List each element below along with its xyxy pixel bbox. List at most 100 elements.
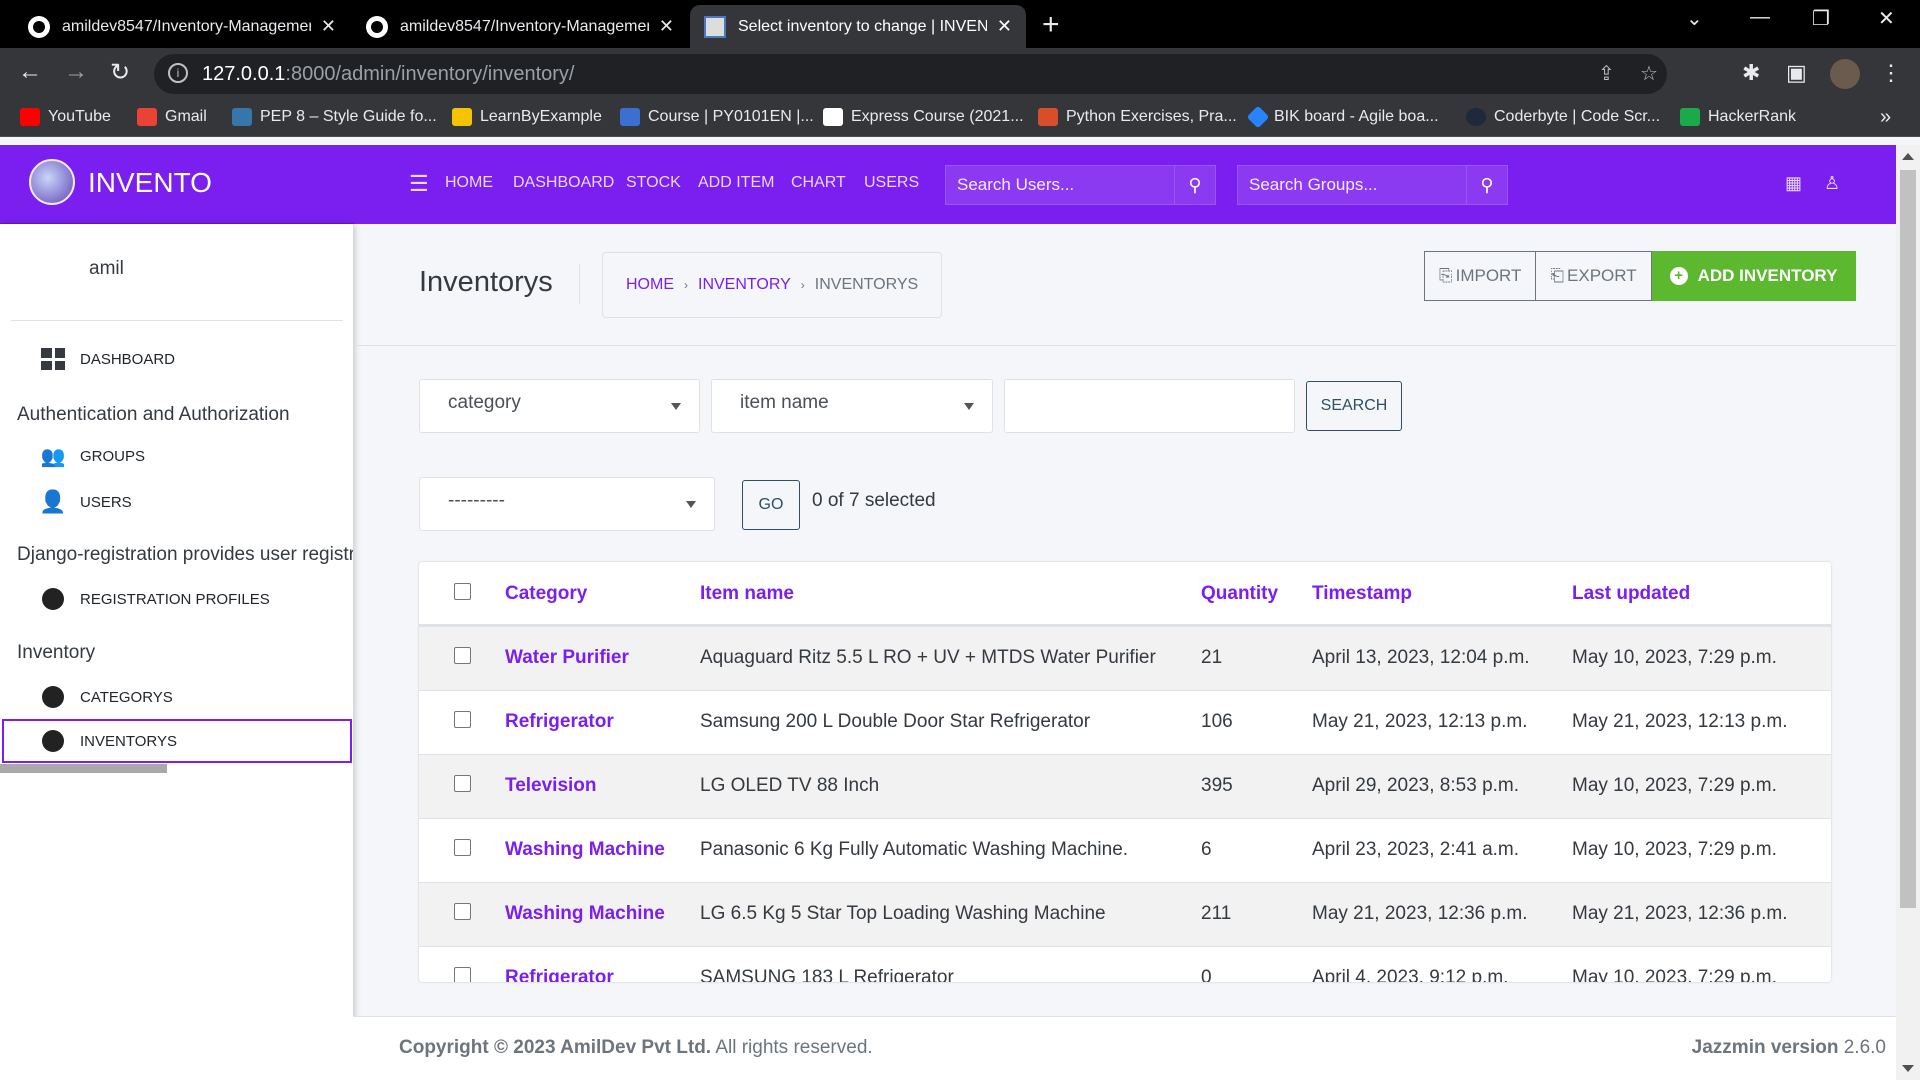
breadcrumb-home[interactable]: HOME bbox=[626, 276, 674, 294]
bookmark-learnbyexample[interactable]: LearnByExample bbox=[452, 108, 602, 126]
sidebar-item-groups[interactable]: 👥 GROUPS bbox=[0, 434, 353, 478]
hamburger-menu-icon[interactable]: ☰ bbox=[409, 171, 429, 197]
bookmark-gmail[interactable]: Gmail bbox=[137, 108, 207, 126]
back-icon[interactable]: ← bbox=[18, 58, 42, 86]
sidebar-item-users[interactable]: 👤 USERS bbox=[0, 480, 353, 524]
nav-users[interactable]: USERS bbox=[864, 174, 919, 192]
close-icon[interactable]: ✕ bbox=[997, 16, 1012, 37]
sidebar-item-registration-profiles[interactable]: REGISTRATION PROFILES bbox=[0, 577, 353, 621]
select-all-checkbox[interactable] bbox=[454, 583, 471, 600]
row-checkbox[interactable] bbox=[454, 839, 471, 856]
bookmark-bik-board[interactable]: BIK board - Agile boa... bbox=[1246, 105, 1439, 129]
course-icon bbox=[620, 108, 640, 126]
search-groups-input[interactable] bbox=[1237, 165, 1466, 205]
bookmarks-overflow-icon[interactable]: » bbox=[1880, 106, 1891, 129]
import-button[interactable]: ⎘ IMPORT bbox=[1424, 251, 1537, 301]
extensions-icon[interactable]: ✱ bbox=[1742, 60, 1760, 86]
scroll-down-icon[interactable] bbox=[1902, 1065, 1914, 1072]
forward-icon[interactable]: → bbox=[64, 58, 88, 86]
export-button[interactable]: ⎗ EXPORT bbox=[1536, 251, 1652, 301]
share-icon[interactable]: ⇪ bbox=[1598, 61, 1615, 86]
tab-search-icon[interactable]: ⌄ bbox=[1686, 6, 1703, 31]
close-icon[interactable]: ✕ bbox=[321, 16, 336, 37]
sidebar-username[interactable]: amil bbox=[89, 258, 124, 280]
browser-tab-3[interactable]: Select inventory to change | INVENTO ✕ bbox=[690, 5, 1026, 48]
restore-icon[interactable]: ❐ bbox=[1812, 6, 1830, 31]
column-quantity[interactable]: Quantity bbox=[1201, 583, 1278, 605]
window-close-icon[interactable]: ✕ bbox=[1878, 6, 1895, 31]
side-panel-icon[interactable]: ▣ bbox=[1786, 60, 1807, 86]
row-checkbox[interactable] bbox=[454, 903, 471, 920]
user-icon: 👤 bbox=[39, 489, 67, 514]
search-groups-form: ⚲ bbox=[1237, 165, 1508, 205]
row-timestamp: May 21, 2023, 12:36 p.m. bbox=[1312, 903, 1528, 924]
item-name-filter-select[interactable]: item name bbox=[711, 379, 993, 433]
column-category[interactable]: Category bbox=[505, 583, 587, 605]
column-last-updated[interactable]: Last updated bbox=[1572, 583, 1690, 605]
row-checkbox[interactable] bbox=[454, 647, 471, 664]
sidebar-horizontal-scrollbar[interactable] bbox=[0, 764, 167, 773]
admin-favicon-icon bbox=[704, 15, 726, 38]
search-input[interactable] bbox=[1004, 379, 1295, 433]
go-button[interactable]: GO bbox=[742, 480, 800, 530]
new-tab-icon[interactable]: + bbox=[1042, 8, 1060, 42]
sidebar-section-registration: Django-registration provides user regist… bbox=[17, 544, 353, 565]
search-icon[interactable]: ⚲ bbox=[1174, 165, 1216, 205]
menu-kebab-icon[interactable]: ⋮ bbox=[1880, 60, 1902, 86]
address-bar[interactable]: i 127.0.0.1:8000/admin/inventory/invento… bbox=[154, 54, 1667, 94]
grid-view-icon[interactable]: ▦ bbox=[1785, 173, 1802, 194]
reload-icon[interactable]: ↻ bbox=[110, 58, 130, 87]
nav-home[interactable]: HOME bbox=[445, 174, 493, 192]
bookmark-express-course[interactable]: Express Course (2021... bbox=[823, 108, 1024, 126]
close-icon[interactable]: ✕ bbox=[659, 16, 674, 37]
nav-dashboard[interactable]: DASHBOARD bbox=[513, 174, 614, 192]
category-filter-select[interactable]: category bbox=[419, 379, 700, 433]
nav-add-item[interactable]: ADD ITEM bbox=[698, 174, 774, 192]
row-checkbox[interactable] bbox=[454, 967, 471, 982]
row-category-link[interactable]: Water Purifier bbox=[505, 647, 629, 669]
browser-tab-1[interactable]: amildev8547/Inventory-Management ✕ bbox=[14, 5, 350, 48]
row-checkbox[interactable] bbox=[454, 711, 471, 728]
nav-stock[interactable]: STOCK bbox=[626, 174, 681, 192]
site-info-icon[interactable]: i bbox=[168, 63, 188, 83]
sidebar-item-inventorys[interactable]: INVENTORYS bbox=[2, 719, 352, 763]
bookmark-pep8[interactable]: PEP 8 – Style Guide fo... bbox=[232, 108, 437, 126]
row-category-link[interactable]: Refrigerator bbox=[505, 711, 614, 733]
row-category-link[interactable]: Television bbox=[505, 775, 597, 797]
browser-tab-2[interactable]: amildev8547/Inventory-Management ✕ bbox=[352, 5, 688, 48]
search-users-input[interactable] bbox=[945, 165, 1174, 205]
nav-chart[interactable]: CHART bbox=[791, 174, 846, 192]
column-timestamp[interactable]: Timestamp bbox=[1312, 583, 1412, 605]
add-inventory-button[interactable]: + ADD INVENTORY bbox=[1651, 251, 1857, 301]
bookmark-hackerrank[interactable]: HackerRank bbox=[1680, 108, 1796, 126]
breadcrumb-inventory[interactable]: INVENTORY bbox=[698, 276, 791, 294]
bookmark-youtube[interactable]: YouTube bbox=[20, 108, 111, 126]
brand-link[interactable]: INVENTO bbox=[0, 145, 353, 224]
search-button[interactable]: SEARCH bbox=[1306, 381, 1402, 431]
minimize-icon[interactable]: — bbox=[1750, 6, 1770, 29]
row-category-link[interactable]: Refrigerator bbox=[505, 967, 614, 982]
scroll-up-icon[interactable] bbox=[1902, 153, 1914, 160]
bookmark-course[interactable]: Course | PY0101EN |... bbox=[620, 108, 814, 126]
row-category-link[interactable]: Washing Machine bbox=[505, 903, 665, 925]
sidebar-item-dashboard[interactable]: DASHBOARD bbox=[0, 337, 353, 381]
bookmark-star-icon[interactable]: ☆ bbox=[1640, 61, 1658, 86]
search-icon[interactable]: ⚲ bbox=[1466, 165, 1508, 205]
action-select[interactable]: --------- bbox=[419, 477, 715, 531]
bookmark-python-exercises[interactable]: Python Exercises, Pra... bbox=[1038, 108, 1237, 126]
profile-avatar[interactable] bbox=[1830, 59, 1860, 89]
page-title: Inventorys bbox=[419, 266, 553, 298]
row-category-link[interactable]: Washing Machine bbox=[505, 839, 665, 861]
version-label[interactable]: Jazzmin version bbox=[1692, 1037, 1839, 1058]
row-quantity: 106 bbox=[1201, 711, 1233, 732]
row-checkbox[interactable] bbox=[454, 775, 471, 792]
column-item-name[interactable]: Item name bbox=[700, 583, 794, 605]
bookmark-coderbyte[interactable]: Coderbyte | Code Scr... bbox=[1466, 108, 1660, 126]
chevron-down-icon bbox=[686, 501, 696, 508]
page-vertical-scrollbar[interactable] bbox=[1896, 145, 1920, 1080]
table-row: Television LG OLED TV 88 Inch 395 April … bbox=[419, 754, 1831, 818]
user-menu-icon[interactable]: ♙ bbox=[1824, 173, 1840, 194]
sidebar-item-categorys[interactable]: CATEGORYS bbox=[0, 675, 353, 719]
top-navbar: ☰ HOME DASHBOARD STOCK ADD ITEM CHART US… bbox=[353, 145, 1920, 224]
scrollbar-thumb[interactable] bbox=[1900, 170, 1916, 908]
